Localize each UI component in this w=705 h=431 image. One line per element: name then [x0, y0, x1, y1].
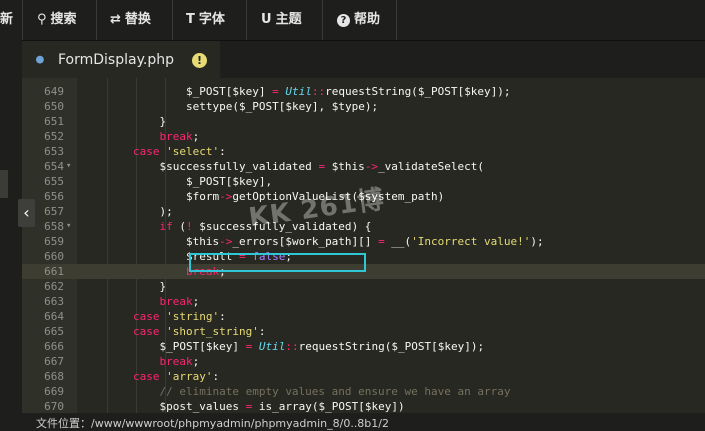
menu-item-font[interactable]: T 字体	[186, 0, 225, 40]
line-number: 659	[44, 235, 64, 248]
menu-item-replace[interactable]: ⇄ 替换	[110, 0, 151, 40]
help-icon: ?	[337, 14, 350, 27]
line-number: 650	[44, 100, 64, 113]
annotation-highlight-box	[189, 253, 366, 272]
line-number: 649	[44, 85, 64, 98]
code-text: case 'string':	[132, 310, 226, 323]
php-elephant-icon: ●	[36, 52, 44, 67]
line-number: 654	[44, 160, 64, 173]
line-number: 669	[44, 385, 64, 398]
menu-separator	[246, 0, 247, 40]
code-text: $_POST[$key] = Util::requestString($_POS…	[185, 85, 511, 98]
code-line[interactable]: 652 break;	[22, 129, 705, 144]
code-text: }	[80, 280, 167, 293]
code-text: $this->_errors[$work_path][] = __('Incor…	[185, 235, 544, 248]
code-line[interactable]: 649 $_POST[$key] = Util::requestString($…	[22, 84, 705, 99]
code-line[interactable]: 664 case 'string':	[22, 309, 705, 324]
code-line[interactable]: 665 case 'short_string':	[22, 324, 705, 339]
menu-item-search[interactable]: ⚲ 搜索	[37, 0, 77, 40]
menu-separator	[322, 0, 323, 40]
replace-icon: ⇄	[110, 12, 121, 27]
code-text: $_POST[$key],	[185, 175, 273, 188]
menu-item-partial[interactable]: 新	[0, 0, 13, 40]
file-path-status: 文件位置：/www/wwwroot/phpmyadmin/phpmyadmin_…	[36, 417, 389, 430]
menu-separator	[396, 0, 397, 40]
code-text: $successfully_validated = $this->_valida…	[159, 160, 485, 173]
line-number: 661	[44, 265, 64, 278]
code-editor[interactable]: 649 $_POST[$key] = Util::requestString($…	[22, 78, 705, 413]
code-line[interactable]: 659 $this->_errors[$work_path][] = __('I…	[22, 234, 705, 249]
line-number: 668	[44, 370, 64, 383]
line-number: 666	[44, 340, 64, 353]
line-number: 662	[44, 280, 64, 293]
code-line[interactable]: 669 // eliminate empty values and ensure…	[22, 384, 705, 399]
line-number: 665	[44, 325, 64, 338]
menu-separator	[96, 0, 97, 40]
line-number: 653	[44, 145, 64, 158]
code-line[interactable]: 670 $post_values = is_array($_POST[$key]…	[22, 399, 705, 413]
code-text: case 'array':	[132, 370, 220, 383]
code-text: case 'short_string':	[132, 325, 266, 338]
line-number: 664	[44, 310, 64, 323]
code-text: // eliminate empty values and ensure we …	[159, 385, 511, 398]
line-number: 670	[44, 400, 64, 413]
code-text: }	[80, 115, 167, 128]
menu-separator	[22, 0, 23, 40]
line-number: 651	[44, 115, 64, 128]
code-line[interactable]: 666 $_POST[$key] = Util::requestString($…	[22, 339, 705, 354]
search-icon: ⚲	[37, 12, 47, 27]
code-text: break;	[159, 355, 200, 368]
code-line[interactable]: 651 }	[22, 114, 705, 129]
code-text: case 'select':	[132, 145, 226, 158]
code-line[interactable]: 663 break;	[22, 294, 705, 309]
code-line[interactable]: 668 case 'array':	[22, 369, 705, 384]
code-line[interactable]: 667 break;	[22, 354, 705, 369]
theme-icon: U	[261, 12, 272, 27]
fold-toggle-icon[interactable]: ▾	[66, 159, 71, 174]
code-text: break;	[159, 130, 200, 143]
code-text: $post_values = is_array($_POST[$key])	[159, 400, 405, 413]
code-text: );	[80, 205, 173, 218]
line-number: 660	[44, 250, 64, 263]
code-text: settype($_POST[$key], $type);	[80, 100, 379, 113]
menu-item-help[interactable]: ? 帮助	[337, 0, 380, 40]
side-panel-collapsed	[0, 40, 22, 431]
font-icon: T	[186, 12, 195, 27]
side-panel-strip	[0, 170, 8, 198]
code-text: $_POST[$key] = Util::requestString($_POS…	[159, 340, 485, 353]
code-line[interactable]: 662 }	[22, 279, 705, 294]
tab-formdisplay-php[interactable]: ● FormDisplay.php !	[22, 41, 220, 78]
menu-separator	[172, 0, 173, 40]
code-line[interactable]: 653 case 'select':	[22, 144, 705, 159]
status-bar: 文件位置：/www/wwwroot/phpmyadmin/phpmyadmin_…	[0, 413, 705, 431]
line-number: 663	[44, 295, 64, 308]
code-line[interactable]: 654 ▾ $successfully_validated = $this->_v…	[22, 159, 705, 174]
unsaved-warning-icon[interactable]: !	[192, 53, 207, 68]
tab-bar: ● FormDisplay.php !	[22, 41, 705, 78]
tab-label: FormDisplay.php	[58, 52, 174, 68]
menu-bar: 新 ⚲ 搜索 ⇄ 替换 T 字体 U 主题 ? 帮助	[0, 0, 705, 41]
fold-toggle-icon[interactable]: ▾	[66, 219, 71, 234]
code-line[interactable]: 650 settype($_POST[$key], $type);	[22, 99, 705, 114]
line-number: 655	[44, 175, 64, 188]
code-text: break;	[159, 295, 200, 308]
line-number: 652	[44, 130, 64, 143]
collapse-panel-button[interactable]: ‹	[18, 199, 35, 227]
code-line[interactable]: 658 ▾ if (! $successfully_validated) {	[22, 219, 705, 234]
line-number: 667	[44, 355, 64, 368]
menu-item-theme[interactable]: U 主题	[261, 0, 302, 40]
